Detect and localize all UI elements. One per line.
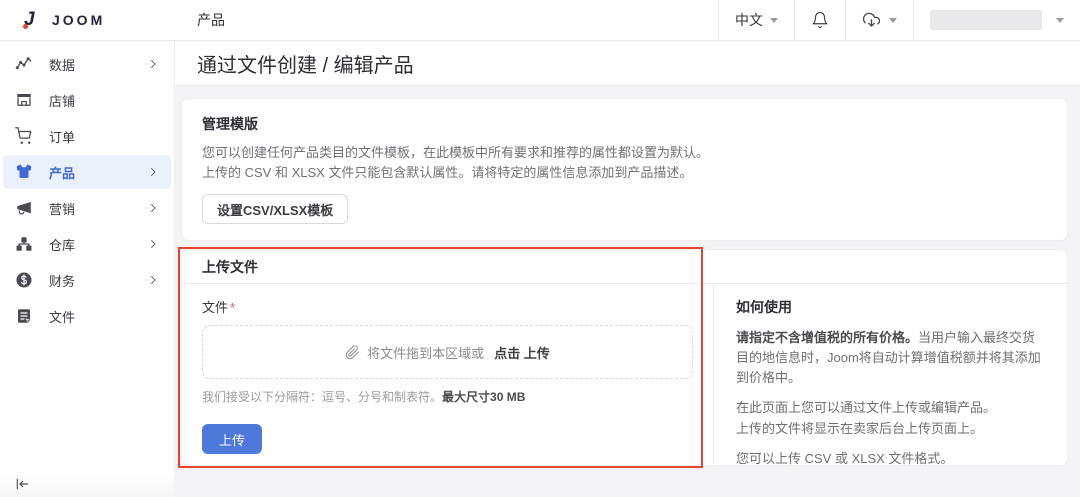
upload-form: 文件* 将文件拖到本区域或 点击 上传 我们接受以下分隔符：逗号、分号和制表符 <box>182 284 713 465</box>
chevron-right-icon <box>147 238 159 250</box>
joom-logo[interactable]: J JOOM <box>0 0 175 40</box>
notifications-button[interactable] <box>794 0 845 40</box>
joom-logo-icon: J <box>23 9 35 30</box>
sidebar: 数据 店铺 订单 产品 营销 仓库 财务 文件 <box>0 41 175 497</box>
topbar-actions: 中文 <box>718 0 1080 40</box>
file-helper-text: 我们接受以下分隔符：逗号、分号和制表符。最大尺寸30 MB <box>202 390 526 404</box>
page-header: 通过文件创建 / 编辑产品 <box>175 41 1080 85</box>
manage-templates-description: 您可以创建任何产品类目的文件模板，在此模板中所有要求和推荐的属性都设置为默认。 … <box>202 145 710 180</box>
required-asterisk: * <box>230 300 236 315</box>
setup-csv-xlsx-template-button[interactable]: 设置CSV/XLSX模板 <box>202 194 349 224</box>
bell-icon <box>812 11 828 29</box>
sidebar-item-data[interactable]: 数据 <box>3 47 171 81</box>
chevron-down-icon <box>1056 17 1064 23</box>
downloads-menu[interactable] <box>845 0 913 40</box>
sidebar-item-marketing[interactable]: 营销 <box>3 191 171 225</box>
upload-file-card: 上传文件 文件 * 将文件拖到本区域或 点击 上传 我们接受以下分隔符：逗号、分… <box>178 247 1067 468</box>
collapse-sidebar-button[interactable] <box>14 476 30 492</box>
sidebar-item-label: 文件 <box>49 309 76 325</box>
chevron-down-icon <box>889 17 897 23</box>
sidebar-item-products[interactable]: 产品 <box>3 155 171 189</box>
language-label: 中文 <box>735 12 763 28</box>
max-size-text: 最大尺寸30 MB <box>442 390 526 404</box>
megaphone-icon <box>15 199 33 217</box>
sidebar-item-label: 数据 <box>49 57 76 73</box>
chevron-right-icon <box>147 58 159 70</box>
storefront-icon <box>15 91 33 109</box>
shopping-cart-icon <box>15 127 33 145</box>
sidebar-item-label: 订单 <box>49 129 76 145</box>
sidebar-item-label: 产品 <box>49 165 76 181</box>
how-to-use-paragraph-3: 您可以上传 CSV 或 XLSX 文件格式。 <box>736 450 954 466</box>
sidebar-item-label: 财务 <box>49 273 76 289</box>
chevron-right-icon <box>147 202 159 214</box>
sidebar-item-files[interactable]: 文件 <box>3 299 171 333</box>
manage-templates-title: 管理模版 <box>202 116 258 132</box>
page-content: 管理模版 您可以创建任何产品类目的文件模板，在此模板中所有要求和推荐的属性都设置… <box>175 85 1080 497</box>
sidebar-footer <box>0 471 174 497</box>
page-title: 通过文件创建 / 编辑产品 <box>197 54 414 77</box>
upload-section-title: 上传文件 <box>202 258 258 275</box>
dollar-coin-icon <box>15 271 33 289</box>
how-to-use-paragraph-2: 在此页面上您可以通过文件上传或编辑产品。 上传的文件将显示在卖家后台上传页面上。 <box>736 400 997 436</box>
document-icon <box>15 307 33 325</box>
chevron-right-icon <box>147 166 159 178</box>
app-window: J JOOM 产品 中文 数据 店铺 订单 产品 营销 仓库 财务 文件 通过文… <box>0 0 1080 497</box>
topbar: J JOOM 产品 中文 <box>0 0 1080 41</box>
dropzone-text: 将文件拖到本区域或 <box>367 345 485 361</box>
how-to-use-title: 如何使用 <box>736 299 792 315</box>
tshirt-icon <box>15 163 33 181</box>
cloud-download-icon <box>862 12 881 27</box>
chevron-down-icon <box>770 17 778 23</box>
dropzone-click-upload-link[interactable]: 点击 上传 <box>494 343 550 362</box>
main-area: 通过文件创建 / 编辑产品 管理模版 您可以创建任何产品类目的文件模板，在此模板… <box>175 41 1080 497</box>
how-to-use-panel: 如何使用 请指定不含增值税的所有价格。当用户输入最终交货目的地信息时，Joom将… <box>713 284 1067 466</box>
sidebar-item-label: 店铺 <box>49 93 76 109</box>
user-account-menu[interactable] <box>913 0 1080 40</box>
chevron-right-icon <box>147 274 159 286</box>
upload-button[interactable]: 上传 <box>202 424 263 454</box>
paperclip-icon <box>345 344 360 359</box>
language-selector[interactable]: 中文 <box>718 0 794 40</box>
how-to-use-paragraph-1: 请指定不含增值税的所有价格。当用户输入最终交货目的地信息时，Joom将自动计算增… <box>736 330 1041 386</box>
sidebar-item-orders[interactable]: 订单 <box>3 119 171 153</box>
collapse-left-icon <box>16 478 28 490</box>
upload-section-header: 上传文件 <box>182 250 1067 284</box>
file-dropzone[interactable]: 将文件拖到本区域或 点击 上传 <box>202 325 693 379</box>
file-field-label: 文件 * <box>202 300 236 315</box>
user-name-redacted <box>930 10 1042 30</box>
logo-text: JOOM <box>52 12 106 28</box>
sidebar-item-label: 仓库 <box>49 237 76 253</box>
topbar-page-title: 产品 <box>197 12 225 28</box>
manage-templates-card: 管理模版 您可以创建任何产品类目的文件模板，在此模板中所有要求和推荐的属性都设置… <box>182 99 1067 240</box>
sidebar-item-warehouse[interactable]: 仓库 <box>3 227 171 261</box>
sidebar-item-finance[interactable]: 财务 <box>3 263 171 297</box>
line-chart-icon <box>15 55 33 73</box>
warehouse-boxes-icon <box>15 235 33 253</box>
sidebar-item-label: 营销 <box>49 201 76 217</box>
sidebar-item-store[interactable]: 店铺 <box>3 83 171 117</box>
